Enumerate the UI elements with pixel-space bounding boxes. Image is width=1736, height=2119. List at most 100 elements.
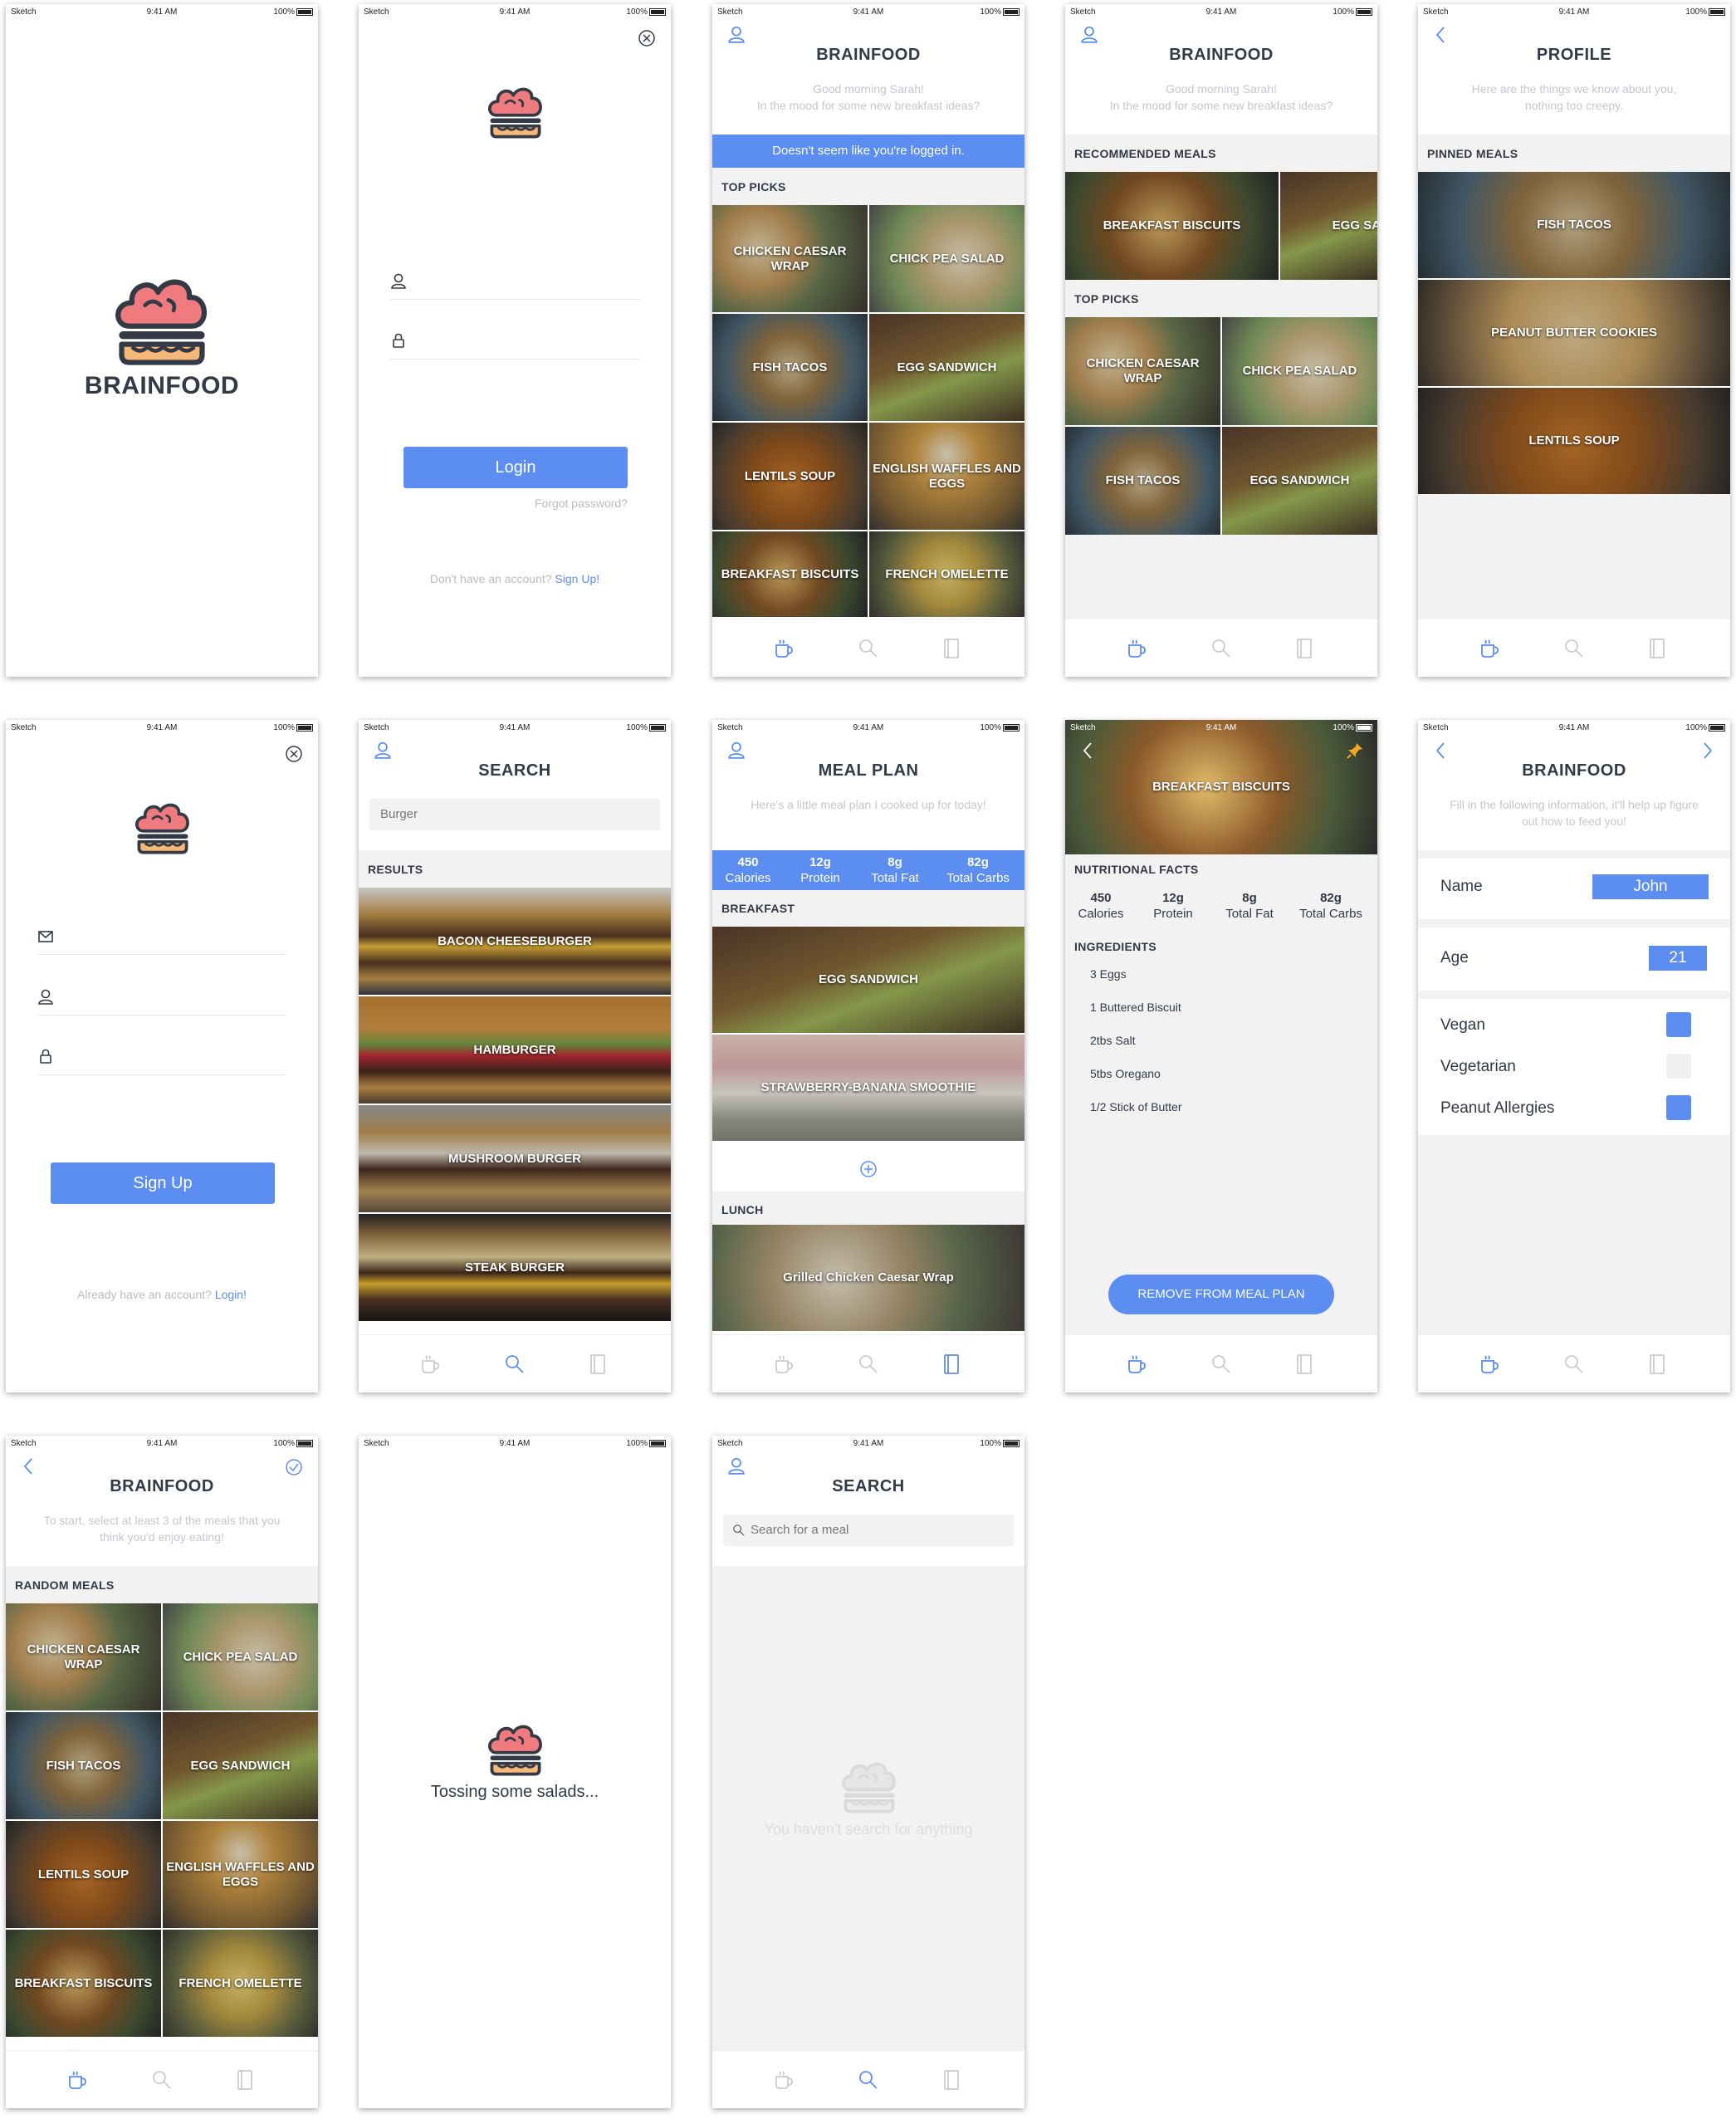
result-tile[interactable]: MUSHROOM BURGER [359,1105,671,1212]
meal-tile[interactable]: ENGLISH WAFFLES AND EGGS [869,423,1024,530]
notebook-icon[interactable] [1646,638,1668,659]
search-icon[interactable] [1210,638,1232,659]
search-input[interactable]: Burger [369,799,660,830]
meal-tile[interactable]: CHICKEN CAESAR WRAP [1065,317,1220,425]
check-icon[interactable] [285,1458,303,1476]
remove-from-meal-plan-button[interactable]: REMOVE FROM MEAL PLAN [1108,1275,1334,1314]
pin-icon[interactable] [1346,741,1364,760]
plus-icon[interactable] [859,1160,878,1178]
meal-tile[interactable]: BREAKFAST BISCUITS [1065,172,1279,280]
coffee-icon[interactable] [773,638,795,659]
forward-icon[interactable] [1702,741,1714,760]
notebook-icon[interactable] [587,1353,609,1375]
vegan-checkbox[interactable] [1666,1012,1691,1037]
meal-tile[interactable]: FISH TACOS [712,314,868,421]
login-screen: Sketch 9:41 AM 100% Login Forgot passwor… [359,4,671,677]
meal-tile[interactable]: FISH TACOS [1065,427,1220,535]
back-icon[interactable] [22,1457,34,1475]
username-field[interactable] [390,268,639,300]
meal-tile[interactable]: CHICK PEA SALAD [163,1603,318,1710]
meal-tile[interactable]: Grilled Chicken Caesar Wrap [712,1225,1024,1331]
notebook-icon[interactable] [941,638,962,659]
search-icon[interactable] [1563,1353,1585,1375]
user-icon[interactable] [1080,25,1098,43]
close-icon[interactable] [638,29,656,47]
meal-tile[interactable]: CHICK PEA SALAD [1222,317,1377,425]
password-field[interactable] [390,328,639,360]
close-icon[interactable] [285,745,303,763]
search-icon[interactable] [858,1353,879,1375]
meal-tile[interactable]: EGG SANDWICH [869,314,1024,421]
coffee-icon[interactable] [773,1353,795,1375]
name-field[interactable]: John [1592,874,1709,899]
coffee-icon[interactable] [419,1353,441,1375]
search-icon[interactable] [1210,1353,1232,1375]
notebook-icon[interactable] [1646,1353,1668,1375]
meal-tile[interactable]: CHICKEN CAESAR WRAP [712,205,868,312]
pinned-meal-tile[interactable]: FISH TACOS [1418,172,1730,278]
back-icon[interactable] [1435,26,1446,44]
vegetarian-checkbox[interactable] [1666,1054,1691,1079]
meal-tile[interactable]: ENGLISH WAFFLES AND EGGS [163,1821,318,1928]
notebook-icon[interactable] [234,2069,256,2091]
notebook-icon[interactable] [1293,638,1315,659]
meal-tile[interactable]: STRAWBERRY-BANANA SMOOTHIE [712,1035,1024,1141]
notebook-icon[interactable] [941,2069,962,2091]
pinned-meal-tile[interactable]: PEANUT BUTTER COOKIES [1418,280,1730,386]
email-field[interactable] [37,923,286,955]
meal-tile[interactable]: FRENCH OMELETTE [163,1930,318,2037]
meal-tile[interactable]: LENTILS SOUP [712,423,868,530]
meal-tile[interactable]: FRENCH OMELETTE [869,531,1024,617]
result-tile[interactable]: BACON CHEESEBURGER [359,888,671,995]
coffee-icon[interactable] [773,2069,795,2091]
meal-tile[interactable]: EGG SANDWICH [1222,427,1377,535]
search-icon[interactable] [151,2069,173,2091]
meal-tile[interactable]: FISH TACOS [6,1712,161,1819]
age-field[interactable]: 21 [1649,946,1707,971]
search-icon[interactable] [1563,638,1585,659]
user-icon[interactable] [727,25,746,43]
login-banner[interactable]: Doesn't seem like you're logged in. [712,135,1024,168]
meal-tile-label: ENGLISH WAFFLES AND EGGS [166,1859,315,1889]
search-icon[interactable] [504,1353,526,1375]
meal-tile[interactable]: EGG SA [1280,172,1377,280]
back-icon[interactable] [1435,741,1446,760]
signup-link[interactable]: Sign Up! [555,572,599,585]
page-subtitle: Fill in the following information, it'll… [1450,798,1699,828]
coffee-icon[interactable] [1479,638,1500,659]
meal-tile[interactable]: EGG SANDWICH [163,1712,318,1819]
result-tile[interactable]: STEAK BURGER [359,1214,671,1321]
user-icon[interactable] [727,1456,746,1475]
stat-value: 12g [809,855,831,869]
meal-tile-label: EGG SANDWICH [819,972,918,986]
battery-label: 100% [980,7,1001,17]
username-field[interactable] [37,984,286,1015]
meal-tile[interactable]: LENTILS SOUP [6,1821,161,1928]
user-icon[interactable] [727,741,746,759]
login-button[interactable]: Login [403,447,628,488]
page-title: MEAL PLAN [818,761,919,780]
forgot-password-link[interactable]: Forgot password? [535,497,628,510]
result-tile[interactable]: HAMBURGER [359,996,671,1104]
search-input[interactable]: Search for a meal [723,1515,1014,1546]
meal-tile[interactable]: CHICK PEA SALAD [869,205,1024,312]
login-link[interactable]: Login! [215,1288,247,1301]
notebook-icon[interactable] [941,1353,962,1375]
coffee-icon[interactable] [1126,1353,1147,1375]
coffee-icon[interactable] [66,2069,88,2091]
coffee-icon[interactable] [1479,1353,1500,1375]
meal-tile[interactable]: CHICKEN CAESAR WRAP [6,1603,161,1710]
meal-tile[interactable]: EGG SANDWICH [712,927,1024,1033]
meal-tile[interactable]: BREAKFAST BISCUITS [712,531,868,617]
coffee-icon[interactable] [1126,638,1147,659]
signup-button[interactable]: Sign Up [51,1162,275,1204]
user-icon[interactable] [374,741,392,759]
search-icon[interactable] [858,2069,879,2091]
back-icon[interactable] [1082,741,1093,760]
notebook-icon[interactable] [1293,1353,1315,1375]
meal-tile[interactable]: BREAKFAST BISCUITS [6,1930,161,2037]
pinned-meal-tile[interactable]: LENTILS SOUP [1418,388,1730,494]
search-icon[interactable] [858,638,879,659]
peanut-allergies-checkbox[interactable] [1666,1095,1691,1120]
password-field[interactable] [37,1044,286,1075]
